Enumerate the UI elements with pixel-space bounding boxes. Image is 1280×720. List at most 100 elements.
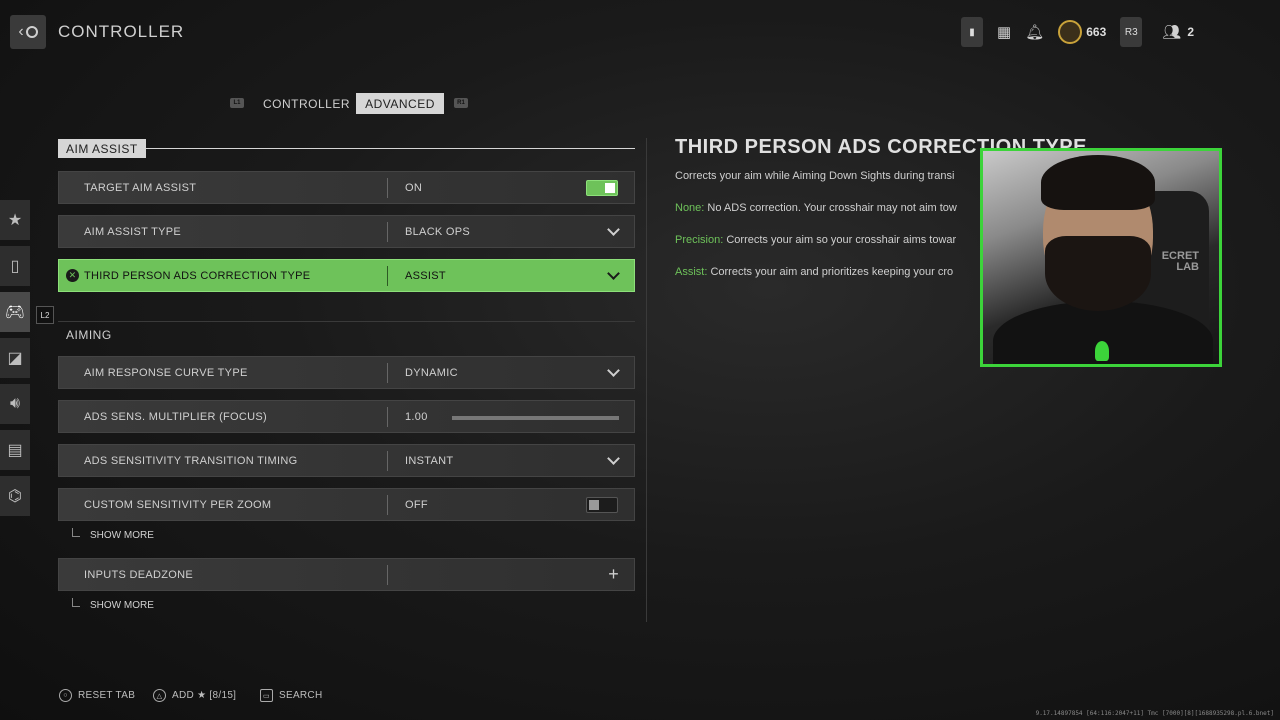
setting-value: ON [405, 181, 423, 194]
party-count: 2 [1187, 25, 1194, 39]
controller-x-icon: ✕ [66, 269, 79, 282]
chevron-left-icon: ‹ [18, 23, 24, 40]
show-more-deadzone[interactable]: SHOW MORE [72, 598, 154, 611]
setting-label: AIM RESPONSE CURVE TYPE [84, 366, 248, 379]
row-divider [387, 222, 388, 242]
option-text: No ADS correction. Your crosshair may no… [704, 202, 957, 214]
setting-label: CUSTOM SENSITIVITY PER ZOOM [84, 498, 272, 511]
overlay-logo-icon [1095, 341, 1109, 361]
setting-label: INPUTS DEADZONE [84, 568, 194, 581]
toggle-knob [589, 500, 599, 510]
audio-speaker-icon[interactable]: 🔊︎ [0, 384, 30, 424]
row-divider [387, 565, 388, 585]
row-divider [387, 495, 388, 515]
description-option-assist: Assist: Corrects your aim and prioritize… [675, 266, 953, 278]
setting-label: ADS SENS. MULTIPLIER (FOCUS) [84, 410, 267, 423]
mouse-icon[interactable]: ▯ [0, 246, 30, 286]
touchpad-icon: ▭ [260, 689, 273, 702]
currency-count: 663 [1086, 25, 1107, 39]
show-more-sensitivity[interactable]: SHOW MORE [72, 528, 154, 541]
left-nav: ★ ▯ 🎮︎ ◪ 🔊︎ ▤ ⌬ [0, 200, 30, 522]
setting-label: ADS SENSITIVITY TRANSITION TIMING [84, 454, 298, 467]
page-title: CONTROLLER [58, 22, 185, 41]
circle-button-icon: ○ [59, 689, 72, 702]
setting-aim-assist-type[interactable]: AIM ASSIST TYPE BLACK OPS [58, 215, 635, 248]
profile-rank-icon[interactable]: R3 [1120, 17, 1143, 47]
description-option-none: None: No ADS correction. Your crosshair … [675, 202, 957, 214]
toggle-switch[interactable] [586, 180, 618, 196]
setting-inputs-deadzone[interactable]: INPUTS DEADZONE + [58, 558, 635, 591]
setting-target-aim-assist[interactable]: TARGET AIM ASSIST ON [58, 171, 635, 204]
back-button[interactable]: ‹ [10, 15, 46, 49]
l2-badge: L2 [36, 306, 54, 324]
triangle-button-icon: △ [153, 689, 166, 702]
tree-corner-icon [72, 528, 80, 537]
row-divider [387, 178, 388, 198]
tab-controller[interactable]: CONTROLLER [255, 93, 358, 114]
party-icon[interactable]: 👥︎ [1162, 23, 1181, 41]
graphics-icon[interactable]: ◪ [0, 338, 30, 378]
grid-menu-icon[interactable]: ▦ [997, 23, 1011, 41]
controller-battery-icon[interactable]: ▮ [961, 17, 983, 47]
setting-value: OFF [405, 498, 428, 511]
option-key: None: [675, 202, 705, 214]
build-info: 9.17.14897854 [64:116:2047+11] Tmc [7000… [1035, 710, 1274, 717]
chevron-down-icon[interactable] [607, 364, 620, 377]
chair-brand-text: ECRET LAB [1162, 251, 1199, 273]
favorites-star-icon[interactable]: ★ [0, 200, 30, 240]
currency-coin-icon [1058, 20, 1083, 44]
streamer-hair [1041, 155, 1155, 210]
streamer-beard [1045, 236, 1151, 311]
row-divider [387, 407, 388, 427]
setting-value: DYNAMIC [405, 366, 458, 379]
search-button[interactable]: ▭ SEARCH [260, 689, 322, 702]
setting-ads-sens-multiplier[interactable]: ADS SENS. MULTIPLIER (FOCUS) 1.00 [58, 400, 635, 433]
interface-icon[interactable]: ▤ [0, 430, 30, 470]
option-text: Corrects your aim and prioritizes keepin… [707, 266, 954, 278]
setting-value: ASSIST [405, 269, 446, 282]
option-text: Corrects your aim so your crosshair aims… [723, 234, 957, 246]
section-aim-assist: AIM ASSIST [58, 139, 146, 158]
setting-value: 1.00 [405, 410, 428, 423]
section-divider [145, 148, 635, 149]
section-aiming: AIMING [66, 327, 112, 342]
setting-label: TARGET AIM ASSIST [84, 181, 197, 194]
gamepad-icon[interactable]: 🎮︎ [0, 292, 30, 332]
setting-label: AIM ASSIST TYPE [84, 225, 182, 238]
chevron-down-icon[interactable] [607, 267, 620, 280]
row-divider [387, 451, 388, 471]
setting-aim-response-curve[interactable]: AIM RESPONSE CURVE TYPE DYNAMIC [58, 356, 635, 389]
tab-advanced[interactable]: ADVANCED [356, 93, 444, 114]
search-label: SEARCH [279, 690, 323, 701]
chevron-down-icon[interactable] [607, 223, 620, 236]
option-key: Precision: [675, 234, 724, 246]
chevron-down-icon[interactable] [607, 452, 620, 465]
reset-tab-button[interactable]: ○ RESET TAB [59, 689, 135, 702]
toggle-knob [605, 183, 615, 193]
section-divider [58, 321, 635, 322]
add-favorite-button[interactable]: △ ADD ★ [8/15] [153, 689, 236, 702]
setting-custom-sensitivity-per-zoom[interactable]: CUSTOM SENSITIVITY PER ZOOM OFF [58, 488, 635, 521]
add-favorite-label: ADD ★ [8/15] [172, 690, 237, 701]
reset-tab-label: RESET TAB [78, 690, 136, 701]
toggle-switch[interactable] [586, 497, 618, 513]
plus-icon[interactable]: + [608, 564, 619, 585]
setting-label: THIRD PERSON ADS CORRECTION TYPE [84, 269, 311, 282]
r1-hint: R1 [454, 98, 468, 108]
setting-value: INSTANT [405, 454, 454, 467]
scrollbar[interactable] [646, 138, 647, 622]
row-divider [387, 363, 388, 383]
setting-value: BLACK OPS [405, 225, 471, 238]
l1-hint: L1 [230, 98, 244, 108]
setting-ads-transition-timing[interactable]: ADS SENSITIVITY TRANSITION TIMING INSTAN… [58, 444, 635, 477]
top-right-toolbar: ▮ ▦ 🔔︎ 663 R3 👥︎ 2 [961, 16, 1194, 48]
circle-icon [25, 26, 38, 38]
show-more-label: SHOW MORE [90, 530, 154, 541]
slider-track[interactable] [452, 416, 619, 420]
description-option-precision: Precision: Corrects your aim so your cro… [675, 234, 956, 246]
network-icon[interactable]: ⌬ [0, 476, 30, 516]
rank-badge: R3 [1124, 26, 1138, 38]
tree-corner-icon [72, 598, 80, 607]
setting-third-person-ads-correction[interactable]: ✕ THIRD PERSON ADS CORRECTION TYPE ASSIS… [58, 259, 635, 292]
bell-icon[interactable]: 🔔︎ [1025, 23, 1044, 41]
